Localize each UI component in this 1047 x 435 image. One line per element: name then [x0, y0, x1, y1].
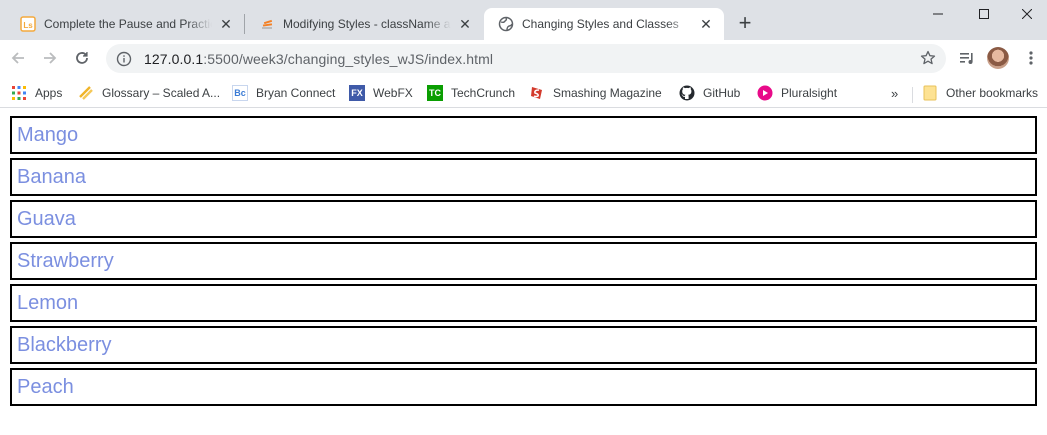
playlist-icon [960, 53, 973, 64]
github-icon [679, 85, 695, 101]
fruit-item-guava: Guava [10, 200, 1037, 238]
tab-changing-styles[interactable]: Changing Styles and Classes ✕ [484, 8, 724, 40]
pluralsight-icon [757, 85, 773, 101]
tab-title: Modifying Styles - className and [283, 17, 451, 31]
forward-arrow-icon [44, 52, 57, 64]
fruit-item-peach: Peach [10, 368, 1037, 406]
tab-title: Complete the Pause and Practice [44, 17, 212, 31]
bookmarks-overflow-button[interactable]: » [891, 83, 898, 103]
bookmark-bryan-connect[interactable]: Bc Bryan Connect [232, 83, 335, 103]
bookmark-star-icon[interactable] [920, 50, 936, 66]
address-bar[interactable]: 127.0.0.1:5500/week3/changing_styles_wJS… [106, 44, 946, 73]
bc-icon: Bc [232, 85, 248, 101]
bookmarks-divider [912, 87, 913, 103]
glossary-icon [78, 85, 94, 101]
bookmark-label: Glossary – Scaled A... [102, 86, 221, 100]
bookmark-label: Pluralsight [781, 86, 838, 100]
bookmark-label: Other bookmarks [946, 86, 1039, 100]
bookmark-label: Bryan Connect [256, 86, 336, 100]
smashing-icon [529, 85, 545, 101]
bookmark-label: Smashing Magazine [553, 86, 662, 100]
close-icon[interactable]: ✕ [457, 16, 473, 32]
close-icon[interactable]: ✕ [698, 16, 714, 32]
bookmark-webfx[interactable]: FX WebFX [349, 83, 413, 103]
svg-text:Ls: Ls [23, 21, 33, 30]
fruit-item-blackberry: Blackberry [10, 326, 1037, 364]
bookmark-apps[interactable]: Apps [11, 83, 62, 103]
url-host: 127.0.0.1 [144, 50, 204, 67]
bookmark-glossary[interactable]: Glossary – Scaled A... [78, 83, 220, 103]
reload-icon [76, 52, 88, 64]
bookmark-pluralsight[interactable]: Pluralsight [757, 83, 837, 103]
globe-icon [498, 16, 514, 32]
minimize-button[interactable] [915, 0, 961, 28]
reload-button[interactable] [70, 46, 94, 70]
page-content: Mango Banana Guava Strawberry Lemon Blac… [0, 108, 1047, 406]
forward-button[interactable] [38, 46, 62, 70]
url-path: :5500/week3/changing_styles_wJS/index.ht… [203, 50, 494, 67]
back-button[interactable] [6, 46, 30, 70]
apps-grid-icon [11, 85, 27, 101]
new-tab-button[interactable]: + [733, 11, 757, 35]
fruit-item-strawberry: Strawberry [10, 242, 1037, 280]
tab-strip: Ls Complete the Pause and Practice ✕ Mod… [0, 0, 1047, 40]
bookmark-smashing-magazine[interactable]: Smashing Magazine [529, 83, 662, 103]
bookmark-github[interactable]: GitHub [679, 83, 740, 103]
fruit-item-lemon: Lemon [10, 284, 1037, 322]
tab-pause-practice[interactable]: Ls Complete the Pause and Practice ✕ [6, 8, 244, 40]
media-controls-button[interactable] [955, 46, 979, 70]
profile-avatar[interactable] [987, 47, 1009, 69]
tab-title: Changing Styles and Classes [522, 17, 679, 31]
fruit-item-mango: Mango [10, 116, 1037, 154]
bookmark-techcrunch[interactable]: TC TechCrunch [427, 83, 515, 103]
bookmark-label: WebFX [373, 86, 413, 100]
back-arrow-icon [11, 52, 24, 64]
bookmarks-bar: Apps Glossary – Scaled A... Bc Bryan Con… [0, 77, 1047, 108]
info-icon[interactable] [116, 51, 132, 67]
other-bookmarks-folder[interactable]: Other bookmarks [922, 83, 1038, 103]
bookmark-label: TechCrunch [451, 86, 516, 100]
folder-icon [922, 85, 938, 101]
menu-button[interactable] [1019, 46, 1043, 70]
bookmark-label: GitHub [703, 86, 741, 100]
maximize-button[interactable] [961, 0, 1007, 28]
fx-icon: FX [349, 85, 365, 101]
fruit-list: Mango Banana Guava Strawberry Lemon Blac… [10, 116, 1037, 406]
ls-icon: Ls [20, 16, 36, 32]
tab-modifying-styles[interactable]: Modifying Styles - className and ✕ [245, 8, 483, 40]
tc-icon: TC [427, 85, 443, 101]
url-text: 127.0.0.1:5500/week3/changing_styles_wJS… [144, 51, 493, 67]
toolbar: 127.0.0.1:5500/week3/changing_styles_wJS… [0, 40, 1047, 77]
close-window-button[interactable] [1007, 0, 1047, 28]
kebab-menu-icon [1029, 51, 1033, 65]
close-icon[interactable]: ✕ [218, 16, 234, 32]
bookmark-label: Apps [35, 86, 63, 100]
fruit-item-banana: Banana [10, 158, 1037, 196]
stack-icon [259, 16, 275, 32]
